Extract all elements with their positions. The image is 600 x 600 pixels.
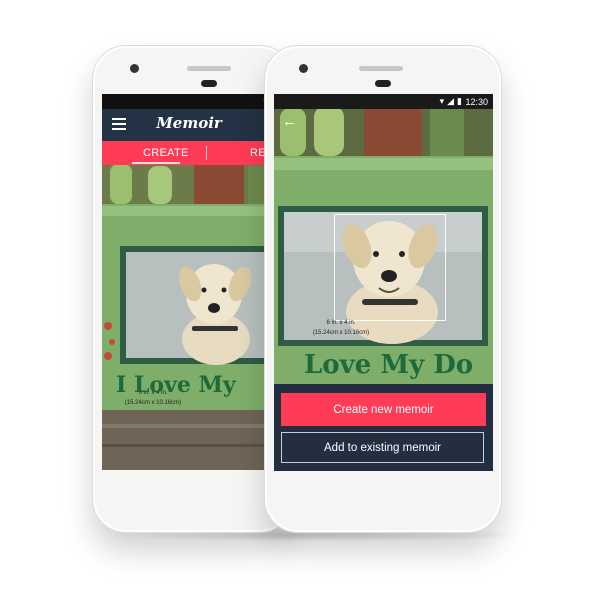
action-panel: Create new memoir Add to existing memoir — [274, 384, 493, 471]
speaker-grille — [187, 66, 231, 71]
status-bar: ▾ — [102, 94, 276, 109]
status-time: 12:30 — [465, 97, 488, 107]
tab-bar: CREATE RE — [102, 141, 276, 165]
frame-inscription: I Love My — [116, 372, 236, 398]
tab-divider — [206, 146, 207, 160]
add-to-existing-memoir-button[interactable]: Add to existing memoir — [281, 432, 484, 463]
front-camera — [299, 64, 308, 73]
battery-icon: ▮ — [457, 96, 465, 106]
back-arrow-icon[interactable]: ← — [282, 114, 297, 129]
status-bar: ▾◢▮ 12:30 — [274, 94, 493, 109]
app-title: Memoir — [156, 114, 222, 132]
wifi-icon: ▾ — [439, 96, 448, 106]
back-screen: 6 in. x 4 in. (15.24cm x 10.16cm) I Love… — [102, 94, 276, 470]
status-icons: ▾◢▮ — [440, 96, 465, 107]
frame-inscription: Love My Do — [304, 350, 474, 380]
front-camera — [130, 64, 139, 73]
phone-front: Love My Do 6 in. x 4 in. (15.24cm x 10.1… — [264, 45, 502, 533]
signal-icon: ◢ — [447, 96, 458, 106]
earpiece — [375, 80, 391, 87]
size-label: 6 in. x 4 in. (15.24cm x 10.16cm) — [312, 320, 370, 336]
create-new-memoir-button[interactable]: Create new memoir — [281, 393, 486, 426]
tab-indicator — [132, 162, 180, 164]
app-bar: Memoir — [102, 109, 276, 141]
front-screen: Love My Do 6 in. x 4 in. (15.24cm x 10.1… — [274, 94, 493, 471]
crop-selection-box[interactable] — [334, 214, 446, 321]
speaker-grille — [359, 66, 403, 71]
earpiece — [201, 80, 217, 87]
tab-create[interactable]: CREATE — [143, 147, 189, 159]
